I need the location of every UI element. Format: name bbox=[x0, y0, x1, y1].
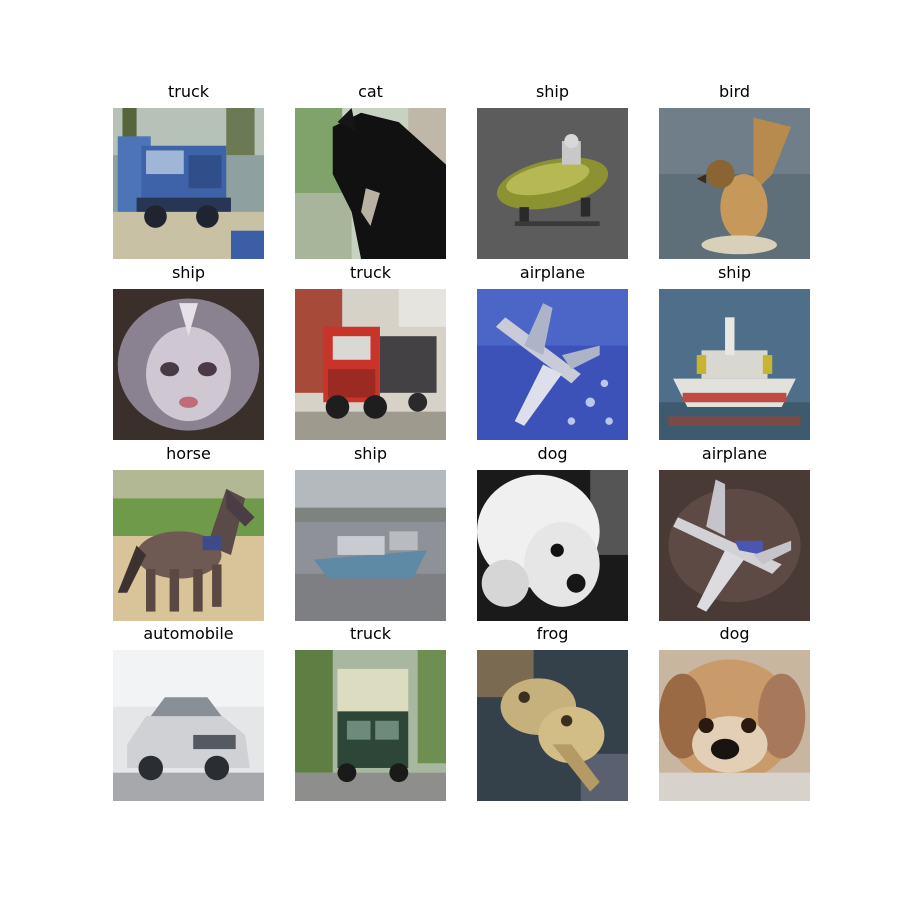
image-label: cat bbox=[358, 82, 383, 101]
thumbnail-graphic bbox=[477, 289, 628, 440]
grid-cell-14: truck bbox=[295, 623, 446, 801]
grid-cell-12: airplane bbox=[659, 443, 810, 621]
grid-cell-3: ship bbox=[477, 81, 628, 259]
thumbnail-graphic bbox=[295, 108, 446, 259]
image-label: horse bbox=[166, 444, 211, 463]
grid-cell-6: truck bbox=[295, 262, 446, 440]
image-label: ship bbox=[353, 444, 388, 463]
grid-cell-2: cat bbox=[295, 81, 446, 259]
thumbnail-airplane bbox=[477, 289, 628, 440]
thumbnail-ship bbox=[113, 289, 264, 440]
grid-cell-7: airplane bbox=[477, 262, 628, 440]
thumbnail-horse bbox=[113, 470, 264, 621]
thumbnail-truck bbox=[113, 108, 264, 259]
thumbnail-dog bbox=[477, 470, 628, 621]
image-label: truck bbox=[167, 82, 210, 101]
image-label: dog bbox=[537, 444, 568, 463]
thumbnail-graphic bbox=[295, 470, 446, 621]
thumbnail-airplane bbox=[659, 470, 810, 621]
image-label: ship bbox=[535, 82, 570, 101]
thumbnail-dog bbox=[659, 650, 810, 801]
thumbnail-graphic bbox=[113, 650, 264, 801]
grid-cell-4: bird bbox=[659, 81, 810, 259]
thumbnail-automobile bbox=[113, 650, 264, 801]
image-label: airplane bbox=[701, 444, 768, 463]
grid-cell-11: dog bbox=[477, 443, 628, 621]
grid-cell-8: ship bbox=[659, 262, 810, 440]
grid-cell-10: ship bbox=[295, 443, 446, 621]
image-label: frog bbox=[536, 624, 569, 643]
image-label: automobile bbox=[143, 624, 234, 643]
thumbnail-ship bbox=[477, 108, 628, 259]
thumbnail-bird bbox=[659, 108, 810, 259]
grid-cell-15: frog bbox=[477, 623, 628, 801]
image-label: truck bbox=[349, 263, 392, 282]
thumbnail-graphic bbox=[659, 289, 810, 440]
image-label: truck bbox=[349, 624, 392, 643]
thumbnail-cat bbox=[295, 108, 446, 259]
image-label: ship bbox=[717, 263, 752, 282]
thumbnail-graphic bbox=[295, 289, 446, 440]
thumbnail-frog bbox=[477, 650, 628, 801]
thumbnail-graphic bbox=[477, 470, 628, 621]
thumbnail-graphic bbox=[477, 108, 628, 259]
thumbnail-graphic bbox=[113, 108, 264, 259]
thumbnail-graphic bbox=[113, 289, 264, 440]
thumbnail-graphic bbox=[295, 650, 446, 801]
thumbnail-graphic bbox=[659, 108, 810, 259]
thumbnail-ship bbox=[659, 289, 810, 440]
image-label: bird bbox=[718, 82, 751, 101]
thumbnail-graphic bbox=[659, 650, 810, 801]
grid-cell-5: ship bbox=[113, 262, 264, 440]
thumbnail-graphic bbox=[113, 470, 264, 621]
image-grid-figure: truck cat ship bird ship truck airplane … bbox=[0, 0, 900, 900]
thumbnail-truck bbox=[295, 650, 446, 801]
image-label: dog bbox=[719, 624, 750, 643]
thumbnail-graphic bbox=[659, 470, 810, 621]
image-label: airplane bbox=[519, 263, 586, 282]
thumbnail-truck bbox=[295, 289, 446, 440]
image-label: ship bbox=[171, 263, 206, 282]
grid-cell-1: truck bbox=[113, 81, 264, 259]
thumbnail-graphic bbox=[477, 650, 628, 801]
grid-cell-9: horse bbox=[113, 443, 264, 621]
grid-cell-16: dog bbox=[659, 623, 810, 801]
thumbnail-ship bbox=[295, 470, 446, 621]
grid-cell-13: automobile bbox=[113, 623, 264, 801]
